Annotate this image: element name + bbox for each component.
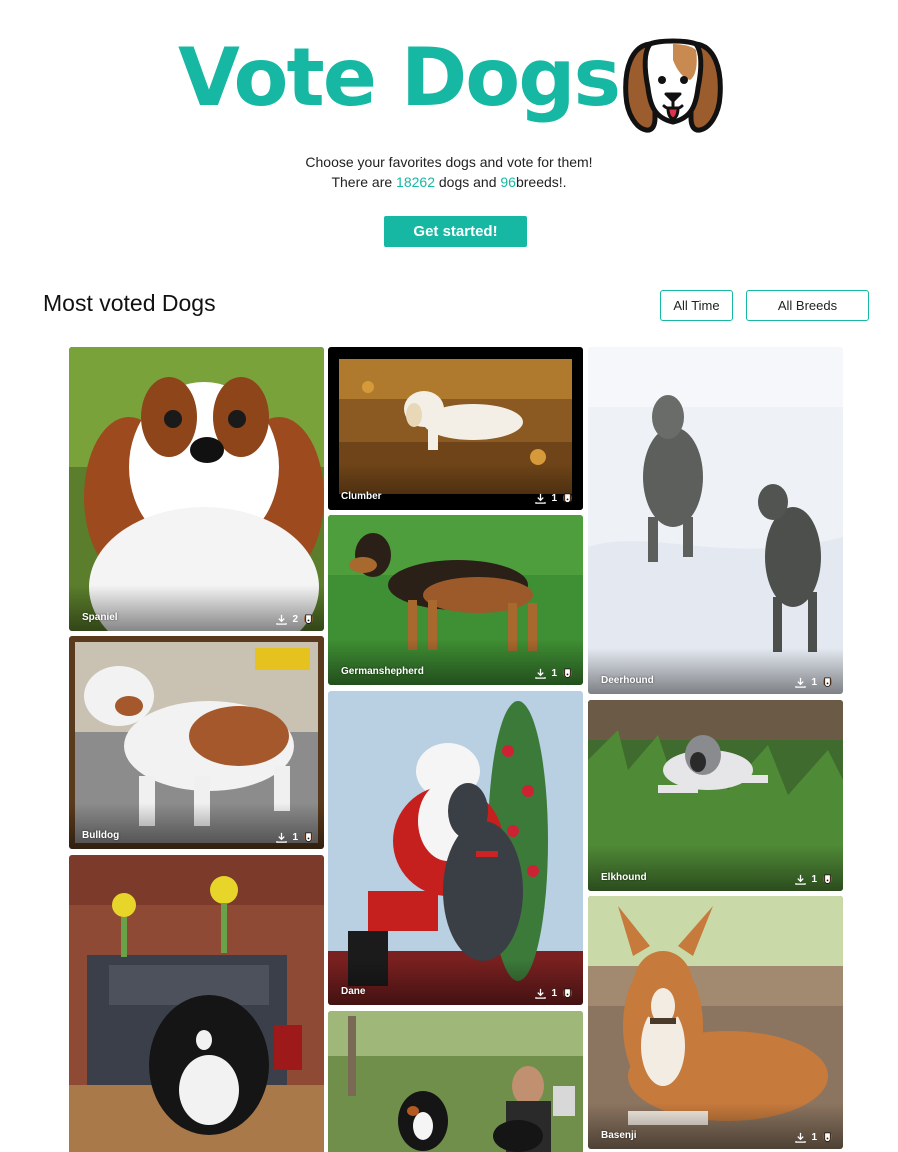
card-meta: 1 bbox=[535, 988, 573, 999]
dog-card[interactable]: Dane 1 bbox=[328, 691, 583, 1005]
card-meta: 2 bbox=[276, 614, 314, 625]
dog-card[interactable]: Elkhound 1 bbox=[588, 700, 843, 891]
vote-count: 1 bbox=[811, 1132, 817, 1143]
vote-count: 1 bbox=[811, 874, 817, 885]
dog-photo bbox=[588, 347, 843, 694]
card-meta: 1 bbox=[795, 1132, 833, 1143]
vote-dog-icon[interactable] bbox=[822, 874, 833, 885]
breed-name: Dane bbox=[341, 986, 366, 997]
download-icon[interactable] bbox=[795, 677, 807, 688]
get-started-button[interactable]: Get started! bbox=[384, 216, 527, 247]
download-icon[interactable] bbox=[276, 832, 288, 843]
vote-dog-icon[interactable] bbox=[303, 832, 314, 843]
dog-card[interactable]: Bulldog 1 bbox=[69, 636, 324, 849]
app-title: Vote Dogs bbox=[178, 31, 621, 124]
time-filter-button[interactable]: All Time bbox=[660, 290, 733, 321]
breed-name: Spaniel bbox=[82, 612, 118, 623]
vote-count: 1 bbox=[551, 988, 557, 999]
download-icon[interactable] bbox=[276, 614, 288, 625]
vote-dog-icon[interactable] bbox=[822, 1132, 833, 1143]
vote-dog-icon[interactable] bbox=[562, 668, 573, 679]
vote-count: 2 bbox=[292, 614, 298, 625]
breed-name: Bulldog bbox=[82, 830, 120, 841]
dog-card[interactable]: Germanshepherd 1 bbox=[328, 515, 583, 685]
tagline: Choose your favorites dogs and vote for … bbox=[305, 154, 593, 170]
vote-dog-icon[interactable] bbox=[303, 614, 314, 625]
download-icon[interactable] bbox=[535, 988, 547, 999]
vote-dog-icon[interactable] bbox=[822, 677, 833, 688]
dog-photo bbox=[69, 855, 324, 1152]
breed-filter-button[interactable]: All Breeds bbox=[746, 290, 869, 321]
breed-name: Deerhound bbox=[601, 675, 654, 686]
vote-count: 1 bbox=[551, 493, 557, 504]
vote-dog-icon[interactable] bbox=[562, 493, 573, 504]
dog-card[interactable]: Spaniel 2 bbox=[69, 347, 324, 631]
breeds-count: 96 bbox=[500, 174, 516, 190]
card-meta: 1 bbox=[795, 874, 833, 885]
dogs-count: 18262 bbox=[396, 174, 435, 190]
dog-logo-icon bbox=[623, 38, 723, 133]
section-title: Most voted Dogs bbox=[43, 290, 216, 316]
dog-card[interactable] bbox=[69, 855, 324, 1152]
stats-line: There are 18262 dogs and 96breeds!. bbox=[0, 172, 898, 192]
vote-count: 1 bbox=[292, 832, 298, 843]
card-meta: 1 bbox=[535, 668, 573, 679]
download-icon[interactable] bbox=[795, 874, 807, 885]
breed-name: Elkhound bbox=[601, 872, 647, 883]
dog-photo bbox=[328, 1011, 583, 1152]
vote-count: 1 bbox=[551, 668, 557, 679]
stats-middle: dogs and bbox=[438, 174, 497, 190]
card-meta: 1 bbox=[795, 677, 833, 688]
download-icon[interactable] bbox=[795, 1132, 807, 1143]
hero-subtitle: Choose your favorites dogs and vote for … bbox=[0, 152, 898, 192]
hero: Vote Dogs Choose your favorites dogs and… bbox=[0, 0, 898, 260]
breed-name: Basenji bbox=[601, 1130, 637, 1141]
vote-count: 1 bbox=[811, 677, 817, 688]
stats-prefix: There are bbox=[331, 174, 393, 190]
dog-card[interactable]: Clumber 1 bbox=[328, 347, 583, 510]
dog-card[interactable] bbox=[328, 1011, 583, 1152]
download-icon[interactable] bbox=[535, 668, 547, 679]
download-icon[interactable] bbox=[535, 493, 547, 504]
dog-photo bbox=[328, 691, 583, 1005]
card-meta: 1 bbox=[276, 832, 314, 843]
breed-name: Germanshepherd bbox=[341, 666, 424, 677]
vote-dog-icon[interactable] bbox=[562, 988, 573, 999]
dog-card[interactable]: Deerhound 1 bbox=[588, 347, 843, 694]
card-meta: 1 bbox=[535, 493, 573, 504]
breed-name: Clumber bbox=[341, 491, 382, 502]
stats-suffix: breeds!. bbox=[515, 174, 567, 190]
dog-card[interactable]: Basenji 1 bbox=[588, 896, 843, 1149]
